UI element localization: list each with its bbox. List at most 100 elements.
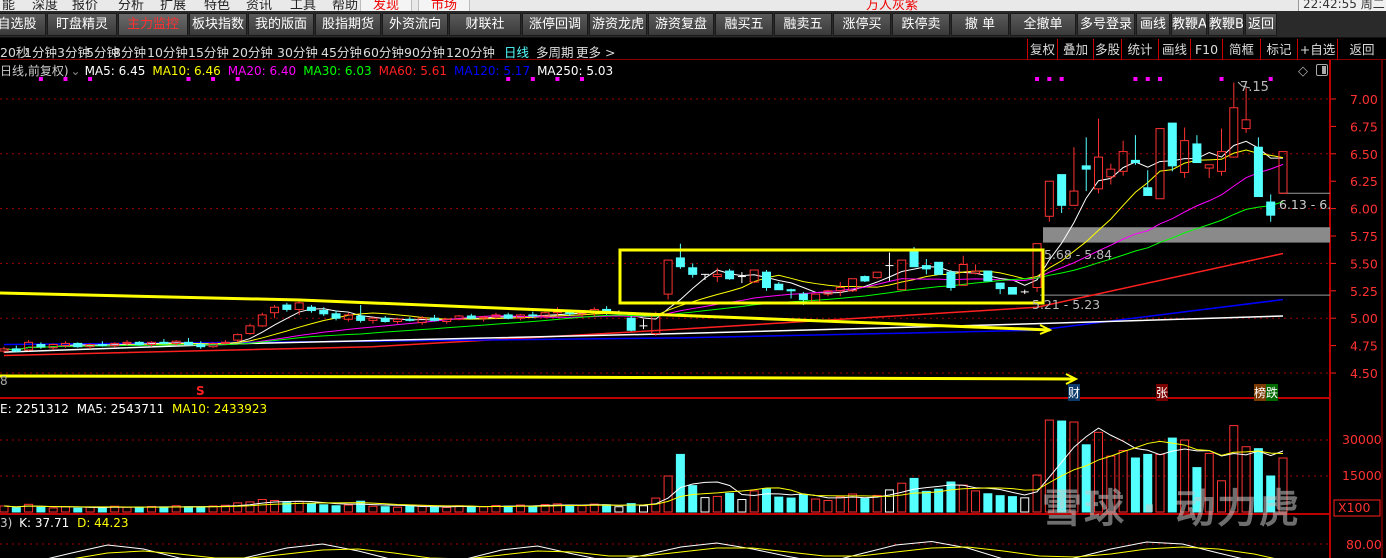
volume-bar (577, 505, 587, 513)
event-marker-s[interactable]: S (196, 384, 205, 398)
volume-bar (479, 506, 489, 513)
kline-chart[interactable]: 7.00 6.75 6.50 6.25 6.00 5.75 5.50 5.25 5.00 4.75… (0, 0, 1386, 558)
candle (860, 275, 870, 283)
volume-bar (995, 495, 1005, 513)
candle (1094, 118, 1104, 194)
candle (393, 318, 403, 324)
event-marker-finance[interactable]: 财 (1068, 384, 1081, 401)
volume-bar (196, 506, 206, 513)
box-bottom-label: 5.21 - 5.23 (1032, 297, 1101, 312)
candle (24, 340, 34, 352)
candle-body (1167, 122, 1177, 167)
candle-body (1130, 159, 1140, 164)
kdj-prefix: 3) (0, 516, 13, 530)
candle-body (897, 259, 907, 291)
candle-body (663, 259, 673, 295)
candle-body (24, 341, 34, 351)
candle (712, 267, 722, 283)
candle-body (626, 317, 636, 331)
candle (995, 282, 1005, 295)
signal-marker (235, 77, 240, 81)
signal-marker (1145, 77, 1150, 81)
candle (306, 305, 316, 313)
candle (183, 337, 193, 346)
volume-bar (823, 499, 833, 513)
candle-body (1007, 287, 1017, 295)
price-tick-label: 6.25 (1350, 174, 1378, 189)
candle (1217, 128, 1227, 176)
candle (270, 305, 280, 319)
volume-bar (1032, 474, 1042, 513)
candle-body (786, 289, 796, 292)
high-price-label: 7.15 (1240, 80, 1269, 95)
candle (639, 319, 648, 330)
box-top-label: 5.68 - 5.84 (1044, 247, 1113, 262)
candle (1044, 180, 1054, 222)
signal-marker (1035, 77, 1040, 81)
volume-bar (319, 504, 329, 513)
candle (257, 312, 267, 327)
event-marker-limit-up[interactable]: 张 (1156, 384, 1169, 401)
candle (688, 263, 698, 278)
candle (159, 339, 169, 345)
signal-marker (555, 77, 560, 81)
candle-body (1253, 146, 1263, 198)
volume-bar (368, 505, 378, 513)
candle-body (0, 348, 9, 352)
signal-marker (186, 77, 191, 81)
candle (885, 252, 894, 281)
candle-body (761, 271, 771, 289)
candle-body (1266, 201, 1276, 216)
candle-body (688, 267, 698, 275)
candle (663, 259, 673, 300)
volume-bar (712, 495, 722, 513)
candle-body (196, 344, 206, 348)
candle (380, 316, 390, 323)
volume-bar (48, 507, 58, 513)
event-marker-rank[interactable]: 榜 (1254, 384, 1267, 401)
candle (1192, 135, 1202, 164)
volume-bar (11, 507, 21, 513)
candle (343, 312, 353, 322)
volume-bar (749, 490, 759, 513)
candle (134, 341, 144, 346)
candle-body (36, 344, 46, 348)
volume-bar (651, 497, 661, 513)
candle (220, 340, 230, 345)
candle-body (294, 302, 304, 310)
volume-bar (971, 490, 981, 513)
volume-bar (786, 497, 796, 513)
kdj-legend: 3) K: 37.71 D: 44.23 (0, 516, 129, 530)
volume-bar (466, 505, 476, 513)
last-range-label: 6.13 - 6.1 (1279, 197, 1331, 212)
volume-bar (97, 506, 107, 513)
event-marker-drop[interactable]: 跌 (1266, 384, 1279, 401)
candle (626, 316, 636, 332)
candle (1106, 163, 1116, 185)
volume-bar (860, 498, 870, 513)
signal-marker (1059, 77, 1064, 81)
signal-marker (211, 77, 216, 81)
volume-bar (897, 482, 907, 513)
diamond-icon[interactable]: ◇ (1298, 64, 1308, 79)
candle-body (675, 257, 685, 268)
candle-body (233, 334, 243, 341)
signal-marker (530, 77, 535, 81)
candle-body (356, 315, 366, 321)
candle (245, 323, 255, 335)
signal-marker (1158, 77, 1163, 81)
candle-body (183, 341, 193, 346)
volume-bar (565, 504, 575, 513)
candle (1204, 164, 1214, 178)
volume-bar (811, 498, 821, 513)
kdj-d: D: 44.23 (77, 516, 129, 530)
candle (73, 342, 83, 348)
volume-bar (921, 490, 931, 513)
candle (294, 300, 304, 315)
volume-bar (737, 499, 747, 513)
volume-bar (60, 506, 70, 513)
candle-body (860, 276, 870, 282)
volume-value: E: 2251312 (0, 402, 69, 416)
candle-body (1118, 151, 1128, 172)
panel-toggle-icon[interactable] (1316, 64, 1328, 76)
